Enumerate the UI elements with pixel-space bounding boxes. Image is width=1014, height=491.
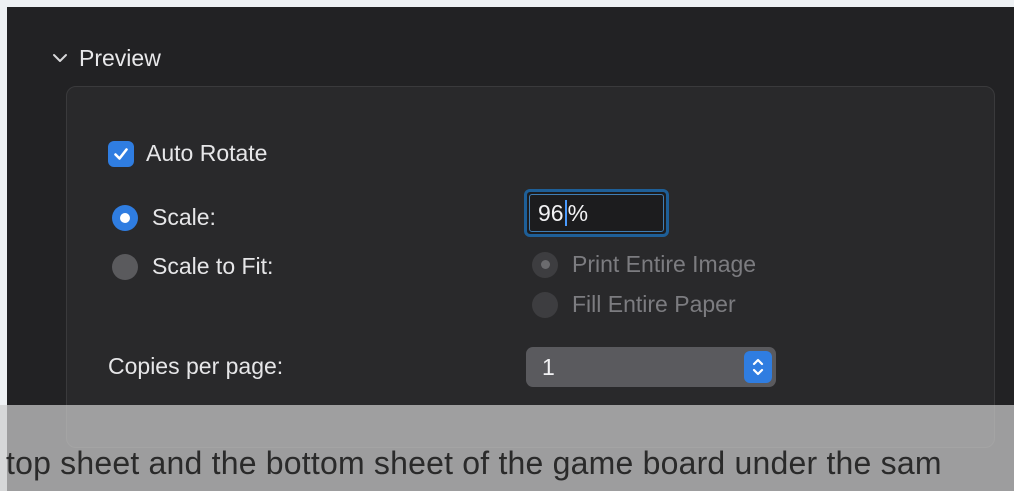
auto-rotate-label: Auto Rotate xyxy=(146,140,268,166)
fill-entire-paper-radio[interactable] xyxy=(532,291,558,318)
copies-per-page-value: 1 xyxy=(542,353,555,380)
checkmark-icon xyxy=(114,147,128,160)
scale-label: Scale: xyxy=(152,204,216,230)
scale-radio[interactable] xyxy=(112,204,138,231)
text-caret xyxy=(564,200,567,226)
scale-radio-row[interactable]: Scale: xyxy=(112,204,216,231)
stepper-arrows-icon[interactable] xyxy=(744,351,772,383)
chevron-down-icon xyxy=(53,54,67,62)
section-title: Preview xyxy=(79,44,161,71)
preview-section-header[interactable]: Preview xyxy=(51,43,161,73)
auto-rotate-checkbox[interactable] xyxy=(108,140,134,167)
print-entire-image-row[interactable]: Print Entire Image xyxy=(532,251,756,278)
fill-entire-paper-row[interactable]: Fill Entire Paper xyxy=(532,291,736,318)
scale-to-fit-radio[interactable] xyxy=(112,253,138,280)
fill-entire-paper-label: Fill Entire Paper xyxy=(572,291,736,317)
up-down-chevron-icon xyxy=(752,358,764,376)
print-entire-image-label: Print Entire Image xyxy=(572,251,757,277)
scale-to-fit-label: Scale to Fit: xyxy=(152,253,274,279)
copies-per-page-select[interactable]: 1 xyxy=(526,347,776,387)
print-entire-image-radio[interactable] xyxy=(532,251,558,278)
auto-rotate-row[interactable]: Auto Rotate xyxy=(108,140,267,167)
copies-per-page-row: Copies per page: xyxy=(108,353,283,380)
copies-per-page-label: Copies per page: xyxy=(108,353,284,379)
scale-value-after-caret: % xyxy=(567,199,589,226)
scale-to-fit-radio-row[interactable]: Scale to Fit: xyxy=(112,253,273,280)
scale-percent-input[interactable]: 96% xyxy=(524,189,669,237)
caption-text: top sheet and the bottom sheet of the ga… xyxy=(6,445,942,481)
scale-value-before-caret: 96 xyxy=(538,199,564,226)
